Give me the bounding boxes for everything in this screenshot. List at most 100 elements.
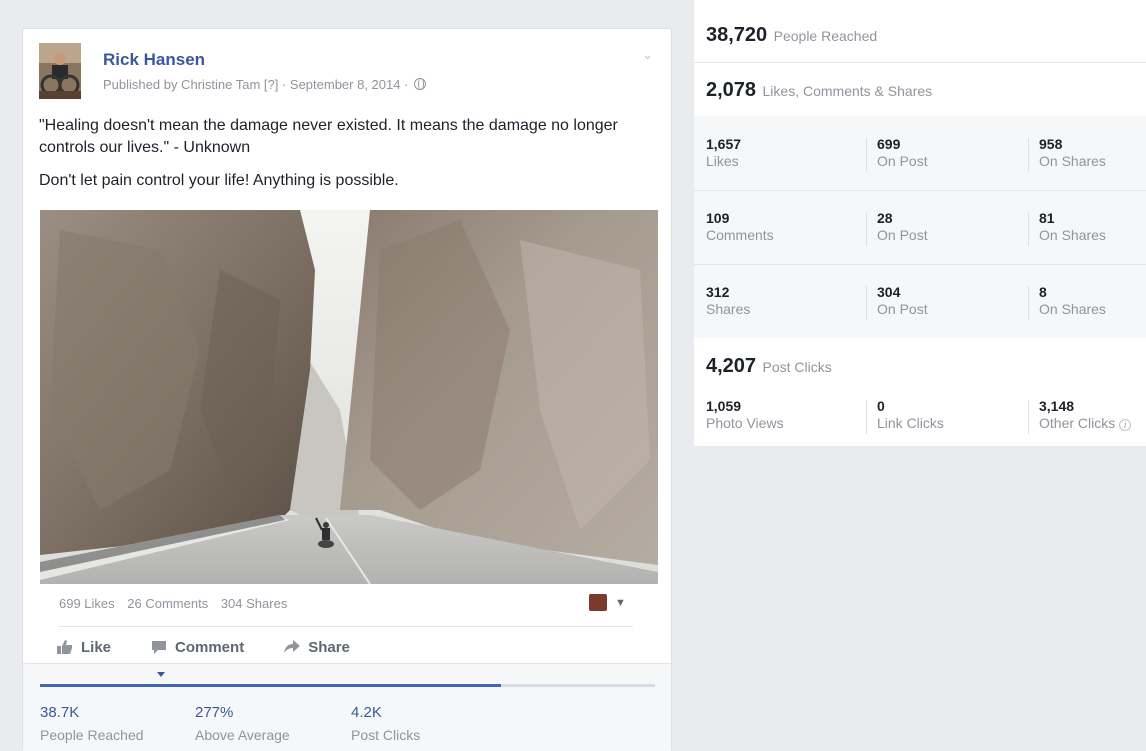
info-icon[interactable]: i [1119,419,1132,431]
divider [866,212,867,246]
like-button[interactable]: Like [57,635,111,659]
photo-views-value: 1,059 [706,398,742,414]
people-reached-value: 38,720 [706,24,768,46]
link-clicks-label: Link Clicks [877,415,944,431]
photo-views: 1,059 Photo Views [706,398,784,431]
stats-panel: 38,720 People Reached 2,078 Likes, Comme… [694,0,1146,446]
post-card: Rick Hansen Published by Christine Tam [… [22,28,672,751]
comment-button[interactable]: Comment [151,635,244,659]
likes-total: 1,657 Likes [706,136,741,169]
likes-total-label: Likes [706,153,739,169]
shares-total: 312 Shares [706,284,750,317]
comments-total-label: Comments [706,227,774,243]
shares-total-label: Shares [706,301,751,317]
people-reached-stat: 38,720 People Reached [706,24,877,47]
comments-on-shares-value: 81 [1039,210,1055,226]
summary-average-label: Above Average [195,727,290,743]
summary-reached-value: 38.7K [40,704,80,721]
divider [694,190,1146,191]
post-clicks-value: 4,207 [706,355,757,377]
divider [1028,286,1029,320]
photo-views-label: Photo Views [706,415,784,431]
post-header: Rick Hansen Published by Christine Tam [… [39,43,655,103]
engagement-breakdown: 1,657 Likes 699 On Post 958 On Shares 10… [694,116,1146,338]
likes-on-post-value: 699 [877,136,901,152]
divider [1028,212,1029,246]
comments-count-link[interactable]: 26 Comments [127,596,208,611]
reach-progress-track [40,684,655,687]
post-body: "Healing doesn't mean the damage never e… [39,115,659,203]
post-options-chevron-icon[interactable]: ⌄ [642,47,653,63]
shares-on-post: 304 On Post [877,284,928,317]
summary-clicks[interactable]: 4.2K Post Clicks [351,704,420,743]
share-button[interactable]: Share [284,635,350,659]
engagement-stat: 2,078 Likes, Comments & Shares [706,79,932,102]
likes-on-shares: 958 On Shares [1039,136,1106,169]
post-actions: Like Comment Share [57,635,390,659]
other-clicks: 3,148 Other Clicks i [1039,398,1132,431]
likes-on-shares-label: On Shares [1039,153,1106,169]
likes-on-post: 699 On Post [877,136,928,169]
post-photo[interactable] [40,210,658,584]
published-by-text: Published by Christine Tam [?] · Septemb… [103,77,409,92]
shares-on-shares-label: On Shares [1039,301,1106,317]
link-clicks: 0 Link Clicks [877,398,944,431]
summary-average-value: 277% [195,704,234,721]
author-name[interactable]: Rick Hansen [103,50,205,70]
divider [866,138,867,172]
post-message: Don't let pain control your life! Anythi… [39,172,399,189]
like-label: Like [81,638,112,656]
divider [1028,400,1029,434]
comments-on-shares: 81 On Shares [1039,210,1106,243]
link-clicks-value: 0 [877,398,885,414]
likes-on-shares-value: 958 [1039,136,1063,152]
post-clicks-label: Post Clicks [762,359,832,375]
other-clicks-value: 3,148 [1039,398,1075,414]
people-reached-label: People Reached [773,28,878,44]
comments-total: 109 Comments [706,210,774,243]
shares-on-shares: 8 On Shares [1039,284,1106,317]
share-label: Share [308,638,350,656]
comments-on-post-value: 28 [877,210,893,226]
summary-clicks-label: Post Clicks [351,727,421,743]
shares-count-link[interactable]: 304 Shares [221,596,288,611]
shares-on-shares-value: 8 [1039,284,1047,300]
divider [866,286,867,320]
post-insights-summary: 38.7K People Reached 277% Above Average … [23,663,671,751]
shares-on-post-label: On Post [877,301,928,317]
reactor-thumbnail[interactable] [589,594,607,611]
likes-count-link[interactable]: 699 Likes [59,596,115,611]
shares-on-post-value: 304 [877,284,901,300]
share-arrow-icon [284,640,301,654]
comment-label: Comment [175,638,245,656]
caret-down-icon [157,672,165,677]
comment-icon [151,640,167,654]
divider [694,62,1146,63]
shares-total-value: 312 [706,284,730,300]
divider [866,400,867,434]
post-meta: Published by Christine Tam [?] · Septemb… [103,77,427,92]
summary-reached[interactable]: 38.7K People Reached [40,704,144,743]
divider [59,626,633,627]
post-clicks-stat: 4,207 Post Clicks [706,355,832,378]
divider [1028,138,1029,172]
comments-on-post-label: On Post [877,227,928,243]
post-quote: "Healing doesn't mean the damage never e… [39,117,618,156]
globe-icon [414,78,427,90]
likes-on-post-label: On Post [877,153,928,169]
comments-on-shares-label: On Shares [1039,227,1106,243]
comments-on-post: 28 On Post [877,210,928,243]
summary-average[interactable]: 277% Above Average [195,704,290,743]
reactor-caret-icon[interactable]: ▼ [615,597,626,609]
comments-total-value: 109 [706,210,730,226]
reach-progress-fill [40,684,502,687]
engagement-value: 2,078 [706,79,757,101]
other-clicks-label-row: Other Clicks i [1039,415,1132,431]
engagement-counts: 699 Likes 26 Comments 304 Shares [59,596,296,611]
divider [694,264,1146,265]
summary-clicks-value: 4.2K [351,704,382,721]
avatar[interactable] [39,43,81,99]
other-clicks-label: Other Clicks [1039,415,1116,431]
engagement-label: Likes, Comments & Shares [762,83,933,99]
thumbs-up-icon [57,640,73,654]
